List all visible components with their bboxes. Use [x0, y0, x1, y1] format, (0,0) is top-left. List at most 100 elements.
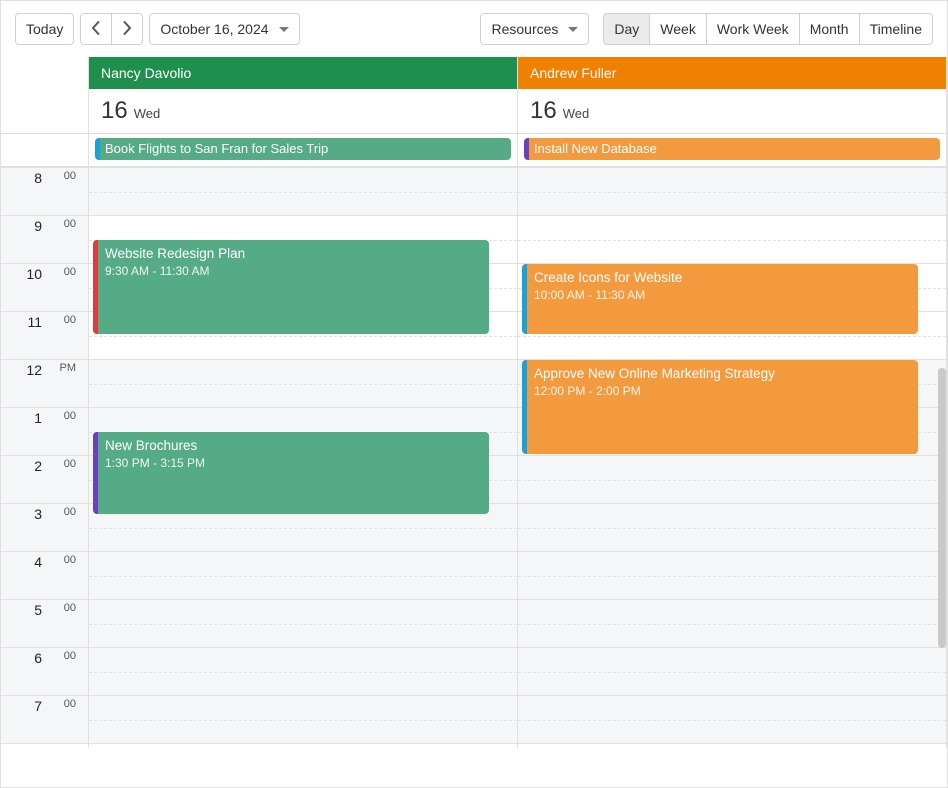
- scheduler-header: Nancy Davolio Andrew Fuller 16 Wed: [1, 57, 947, 168]
- calendar-event[interactable]: New Brochures 1:30 PM - 3:15 PM: [93, 432, 489, 514]
- vertical-scrollbar[interactable]: [938, 368, 946, 648]
- time-slot: 5 00: [1, 600, 88, 648]
- time-suffix: 00: [64, 458, 76, 470]
- view-day[interactable]: Day: [603, 13, 650, 45]
- time-suffix: 00: [64, 698, 76, 710]
- time-suffix: 00: [64, 170, 76, 182]
- time-cell[interactable]: [518, 456, 946, 504]
- date-label: October 16, 2024: [160, 21, 268, 37]
- time-suffix: 00: [64, 218, 76, 230]
- today-button[interactable]: Today: [15, 13, 74, 45]
- date-header-nancy[interactable]: 16 Wed: [89, 89, 517, 134]
- allday-event[interactable]: Book Flights to San Fran for Sales Trip: [95, 138, 511, 160]
- time-suffix: 00: [64, 266, 76, 278]
- time-cell[interactable]: [518, 600, 946, 648]
- time-cell[interactable]: [89, 600, 517, 648]
- scheduler: Nancy Davolio Andrew Fuller 16 Wed: [1, 57, 947, 787]
- calendar-event[interactable]: Website Redesign Plan 9:30 AM - 11:30 AM: [93, 240, 489, 334]
- date-day-number: 16: [101, 97, 128, 125]
- view-month[interactable]: Month: [799, 13, 860, 45]
- resources-dropdown[interactable]: Resources: [480, 13, 589, 45]
- resource-header-andrew: Andrew Fuller: [518, 57, 947, 89]
- time-slot: 12PM: [1, 360, 88, 408]
- time-cell[interactable]: [89, 168, 517, 216]
- event-title: New Brochures: [105, 438, 479, 454]
- allday-cell-nancy[interactable]: Book Flights to San Fran for Sales Trip: [89, 134, 518, 168]
- time-cell[interactable]: [89, 696, 517, 744]
- prev-button[interactable]: [80, 13, 112, 45]
- time-hour: 3: [34, 506, 42, 522]
- calendar-event[interactable]: Approve New Online Marketing Strategy 12:…: [522, 360, 918, 454]
- time-suffix: 00: [64, 314, 76, 326]
- event-time: 12:00 PM - 2:00 PM: [534, 384, 908, 398]
- status-stripe: [95, 138, 100, 160]
- date-header-andrew[interactable]: 16 Wed: [518, 89, 946, 134]
- time-cell[interactable]: [518, 552, 946, 600]
- date-weekday: Wed: [563, 106, 590, 121]
- event-title: Website Redesign Plan: [105, 246, 479, 262]
- time-slot: 4 00: [1, 552, 88, 600]
- event-time: 9:30 AM - 11:30 AM: [105, 264, 479, 278]
- resource-header-nancy: Nancy Davolio: [89, 57, 518, 89]
- calendar-event[interactable]: Create Icons for Website10:00 AM - 11:30…: [522, 264, 918, 334]
- time-hour: 8: [34, 170, 42, 186]
- time-cell[interactable]: [518, 216, 946, 264]
- resources-label: Resources: [491, 21, 558, 37]
- time-hour: 2: [34, 458, 42, 474]
- caret-down-icon: [568, 27, 578, 32]
- time-hour: 9: [34, 218, 42, 234]
- status-stripe: [522, 264, 527, 334]
- time-slot: 100: [1, 408, 88, 456]
- status-stripe: [93, 240, 98, 334]
- allday-cell-andrew[interactable]: Install New Database: [518, 134, 947, 168]
- event-title: Book Flights to San Fran for Sales Trip: [105, 141, 328, 156]
- time-cell[interactable]: [89, 552, 517, 600]
- time-slot: 2 00: [1, 456, 88, 504]
- chevron-right-icon: [119, 20, 135, 39]
- day-column-andrew[interactable]: Create Icons for Website10:00 AM - 11:30…: [518, 168, 947, 748]
- time-gutter: 8 00 9 00 10 00 11 00 12PM100 2 00 3 00 4 00 5 00 6 00 7 00: [1, 168, 89, 748]
- time-slot: 3 00: [1, 504, 88, 552]
- time-cell[interactable]: [89, 648, 517, 696]
- status-stripe: [522, 360, 527, 454]
- event-time: 1:30 PM - 3:15 PM: [105, 456, 479, 470]
- resource-title: Andrew Fuller: [518, 57, 946, 89]
- date-weekday: Wed: [134, 106, 161, 121]
- event-title: Create Icons for Website: [534, 270, 908, 286]
- chevron-left-icon: [88, 20, 104, 39]
- time-hour: 10: [26, 266, 42, 282]
- view-week[interactable]: Week: [649, 13, 707, 45]
- view-timeline[interactable]: Timeline: [859, 13, 933, 45]
- day-column-nancy[interactable]: Website Redesign Plan 9:30 AM - 11:30 AM N…: [89, 168, 518, 748]
- next-button[interactable]: [111, 13, 143, 45]
- time-cell[interactable]: [89, 360, 517, 408]
- time-cell[interactable]: [518, 648, 946, 696]
- time-suffix: 00: [64, 650, 76, 662]
- resource-title: Nancy Davolio: [89, 57, 517, 89]
- time-slot: 10 00: [1, 264, 88, 312]
- date-picker-button[interactable]: October 16, 2024: [149, 13, 299, 45]
- event-title: Install New Database: [534, 141, 657, 156]
- allday-event[interactable]: Install New Database: [524, 138, 940, 160]
- time-cell[interactable]: [518, 696, 946, 744]
- time-suffix: 00: [64, 554, 76, 566]
- time-cell[interactable]: [518, 168, 946, 216]
- time-hour: 5: [34, 602, 42, 618]
- time-slot: 9 00: [1, 216, 88, 264]
- time-slot: 6 00: [1, 648, 88, 696]
- time-cell[interactable]: [518, 504, 946, 552]
- time-hour: 6: [34, 650, 42, 666]
- time-suffix: 00: [64, 506, 76, 518]
- view-work-week[interactable]: Work Week: [706, 13, 800, 45]
- event-title: Approve New Online Marketing Strategy: [534, 366, 908, 382]
- time-hour: 4: [34, 554, 42, 570]
- status-stripe: [93, 432, 98, 514]
- scheduler-root: Today October 16, 2024 Resources Day: [0, 0, 948, 788]
- time-hour: 7: [34, 698, 42, 714]
- time-suffix: 00: [64, 602, 76, 614]
- time-slot: 7 00: [1, 696, 88, 744]
- status-stripe: [524, 138, 529, 160]
- time-hour: 1: [34, 410, 42, 426]
- toolbar: Today October 16, 2024 Resources Day: [1, 1, 947, 57]
- time-hour: 11: [27, 314, 42, 330]
